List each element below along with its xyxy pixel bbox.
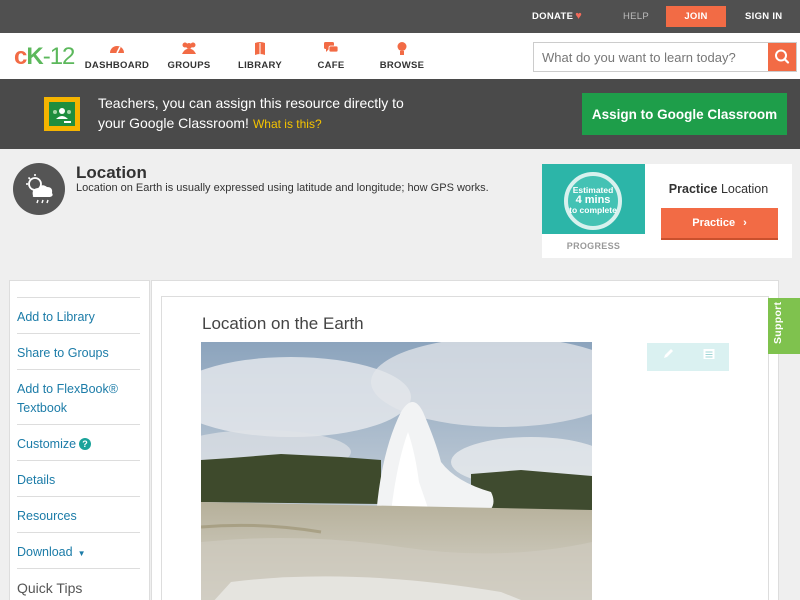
nav-label: GROUPS — [167, 60, 211, 71]
top-utility-bar: DONATE ♥ HELP JOIN SIGN IN — [0, 0, 800, 33]
support-tab[interactable]: Support — [768, 298, 800, 354]
progress-graphic: Estimated 4 mins to complete — [542, 164, 645, 234]
sign-in-link[interactable]: SIGN IN — [745, 0, 782, 33]
google-classroom-icon — [44, 97, 80, 131]
nav-label: CAFE — [317, 60, 345, 71]
donate-link[interactable]: DONATE ♥ — [532, 0, 582, 33]
notes-icon[interactable] — [688, 343, 729, 371]
search-input[interactable] — [534, 43, 768, 71]
help-link[interactable]: HELP — [623, 0, 649, 33]
add-to-flexbook-label: Add to FlexBook® — [17, 382, 118, 396]
nav-cafe[interactable]: CAFE — [296, 41, 366, 71]
customize-link[interactable]: Customize? — [17, 424, 140, 454]
add-to-flexbook-link[interactable]: Add to FlexBook® Textbook — [17, 369, 140, 418]
progress-label: PROGRESS — [566, 241, 621, 251]
download-label: Download — [17, 545, 73, 559]
donate-label: DONATE — [532, 11, 574, 22]
banner-message: Teachers, you can assign this resource d… — [98, 93, 438, 134]
quick-tips-heading[interactable]: Quick Tips — [17, 568, 140, 598]
practice-title-bold: Practice — [668, 182, 718, 196]
download-dropdown[interactable]: Download ▼ — [17, 532, 140, 563]
nav-library[interactable]: LIBRARY — [225, 41, 295, 71]
dashboard-icon — [82, 41, 152, 57]
practice-button[interactable]: Practice › — [661, 208, 778, 238]
groups-icon — [154, 41, 224, 57]
banner-line-2: your Google Classroom! — [98, 115, 249, 131]
resources-link[interactable]: Resources — [17, 496, 140, 526]
add-to-library-link[interactable]: Add to Library — [17, 297, 140, 327]
banner-line-1: Teachers, you can assign this resource d… — [98, 95, 404, 111]
lesson-title: Location — [76, 163, 147, 182]
add-to-flexbook-label-2: Textbook — [17, 401, 68, 415]
main-nav: cK-12 DASHBOARD GROUPS LIBRARY CAFE BROW… — [0, 33, 800, 79]
weather-icon — [13, 163, 65, 215]
what-is-this-link[interactable]: What is this? — [253, 117, 322, 131]
lesson-description: Location on Earth is usually expressed u… — [76, 182, 489, 194]
chevron-right-icon: › — [743, 217, 747, 229]
ck12-logo[interactable]: cK-12 — [14, 43, 75, 71]
customize-label: Customize — [17, 437, 77, 451]
join-button[interactable]: JOIN — [666, 6, 726, 27]
pencil-icon[interactable] — [647, 343, 688, 371]
nav-browse[interactable]: BROWSE — [367, 41, 437, 71]
heart-icon: ♥ — [575, 10, 583, 22]
help-icon[interactable]: ? — [79, 438, 92, 450]
sidebar: Add to Library Share to Groups Add to Fl… — [9, 280, 150, 600]
practice-title: Practice Location — [645, 182, 792, 196]
cafe-icon — [296, 41, 366, 57]
teacher-banner: Teachers, you can assign this resource d… — [0, 79, 800, 149]
nav-label: BROWSE — [379, 60, 425, 71]
annotation-toolbar — [647, 343, 729, 371]
to-complete-label: to complete — [569, 205, 617, 215]
nav-dashboard[interactable]: DASHBOARD — [82, 41, 152, 71]
nav-label: DASHBOARD — [84, 60, 150, 71]
search-icon — [775, 49, 790, 64]
practice-button-label: Practice — [692, 217, 736, 229]
support-label: Support — [772, 301, 784, 344]
search-button[interactable] — [768, 43, 796, 71]
share-to-groups-link[interactable]: Share to Groups — [17, 333, 140, 363]
library-icon — [225, 41, 295, 57]
practice-card: Estimated 4 mins to complete PROGRESS Pr… — [542, 164, 792, 258]
geyser-photo — [201, 342, 592, 600]
nav-groups[interactable]: GROUPS — [154, 41, 224, 71]
content-title: Location on the Earth — [202, 314, 364, 333]
browse-icon — [367, 41, 437, 57]
details-link[interactable]: Details — [17, 460, 140, 490]
progress-circle: Estimated 4 mins to complete — [564, 172, 622, 230]
caret-down-icon: ▼ — [77, 549, 86, 558]
practice-title-topic: Location — [720, 182, 769, 196]
search-box — [533, 42, 797, 72]
assign-google-classroom-button[interactable]: Assign to Google Classroom — [582, 93, 787, 135]
nav-label: LIBRARY — [238, 60, 282, 71]
